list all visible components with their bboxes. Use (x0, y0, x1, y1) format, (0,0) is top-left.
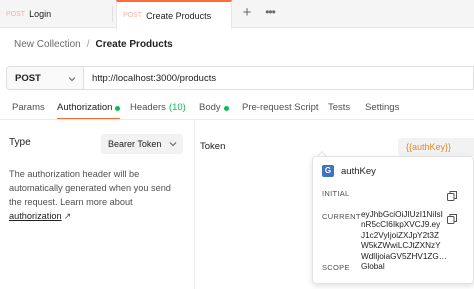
token-label: Token (200, 141, 226, 152)
tab-label: Create Products (146, 10, 212, 21)
tab-label: Login (29, 9, 52, 19)
tab-settings-label: Settings (365, 102, 400, 113)
tab-settings[interactable]: Settings (365, 98, 399, 120)
breadcrumb-request-name[interactable]: Create Products (95, 39, 172, 50)
auth-help-body: The authorization header will be automat… (9, 169, 171, 207)
authorization-docs-link[interactable]: authorization (9, 211, 62, 221)
tab-method: POST (6, 10, 26, 18)
url-input[interactable]: http://localhost:3000/products (84, 66, 474, 90)
copy-icon[interactable] (446, 190, 458, 202)
tab-create-products[interactable]: POST Create Products (116, 0, 232, 29)
chevron-down-icon (68, 77, 76, 82)
tab-pre-request-script-label: Pre-request Script (242, 102, 319, 113)
method-value: POST (15, 72, 41, 84)
auth-type-select[interactable]: Bearer Token (101, 134, 183, 154)
tab-pre-request-script[interactable]: Pre-request Script (242, 98, 319, 120)
tab-params[interactable]: Params (12, 98, 45, 120)
chevron-down-icon (169, 142, 177, 147)
new-tab-button[interactable]: + (240, 3, 254, 23)
tab-bar: POST Login POST Create Products + ••• (0, 0, 474, 29)
tab-login[interactable]: POST Login (6, 0, 112, 28)
breadcrumb-collection[interactable]: New Collection (14, 39, 81, 50)
tab-params-label: Params (12, 102, 45, 113)
auth-help-text: The authorization header will be automat… (9, 167, 184, 223)
auth-type-value: Bearer Token (108, 139, 162, 149)
current-label: CURRENT (322, 212, 361, 221)
url-value: http://localhost:3000/products (92, 72, 217, 84)
tab-method: POST (123, 12, 143, 19)
tab-headers[interactable]: Headers (10) (130, 98, 186, 120)
current-value-line: nR5cCI6IkpXVCJ9.ey (361, 220, 441, 230)
token-input[interactable]: {{authKey}} (398, 138, 474, 156)
global-scope-icon: G (322, 165, 334, 177)
more-tabs-button[interactable]: ••• (263, 3, 277, 23)
divider (0, 119, 474, 120)
token-value: {{authKey}} (406, 142, 452, 152)
status-dot-icon (115, 106, 121, 111)
current-value-line: eyJhbGciOiJIUzI1NiIsI (361, 210, 443, 219)
method-select[interactable]: POST (6, 66, 84, 90)
tab-authorization[interactable]: Authorization (57, 98, 121, 120)
headers-count: (10) (168, 102, 186, 113)
initial-label: INITIAL (322, 189, 350, 198)
tab-tests[interactable]: Tests (328, 98, 350, 120)
auth-type-label: Type (9, 137, 31, 148)
breadcrumb-separator: / (86, 38, 90, 50)
tab-authorization-label: Authorization (57, 102, 113, 113)
variable-popover: G authKey INITIAL CURRENT eyJhbGciOiJIUz… (312, 156, 474, 284)
scope-value: Global (361, 262, 385, 271)
variable-name: authKey (341, 166, 376, 177)
tab-headers-label: Headers (130, 102, 166, 113)
current-value: eyJhbGciOiJIUzI1NiIsI nR5cCI6IkpXVCJ9.ey… (361, 210, 471, 262)
tab-divider (112, 6, 113, 22)
tab-body-label: Body (199, 102, 221, 113)
panel-divider (194, 120, 195, 289)
current-value-line: W5kZWwiLCJtZXNzY (361, 241, 441, 251)
scope-label: SCOPE (322, 263, 350, 272)
external-link-icon: ↗ (63, 211, 72, 221)
tab-tests-label: Tests (328, 102, 351, 113)
current-value-line: J1c2VyIjoiZXJpY2t3Z (361, 230, 439, 240)
breadcrumb: New Collection / Create Products (14, 37, 173, 51)
status-dot-icon (223, 106, 229, 111)
tab-body[interactable]: Body (199, 98, 229, 120)
current-value-line: WdlIjoiaGV5ZHV1ZG… (361, 251, 447, 261)
request-tabs: Params Authorization Headers (10) Body Pr… (0, 98, 474, 120)
